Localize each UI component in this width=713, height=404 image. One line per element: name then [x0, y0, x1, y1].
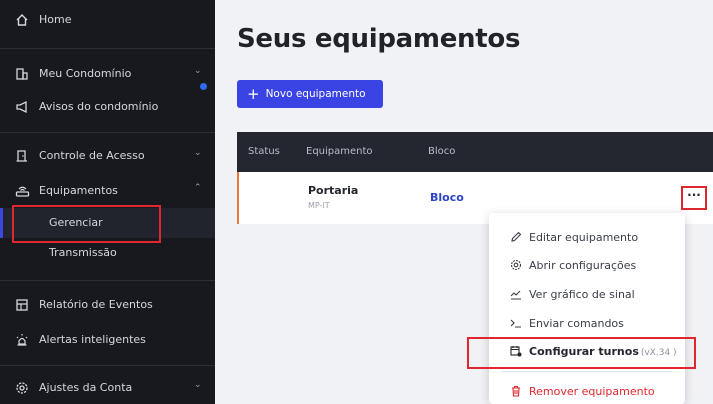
signal-chart-icon — [509, 287, 523, 301]
equipment-name: Portaria — [308, 184, 359, 197]
sidebar-item-controle-acesso[interactable]: Controle de Acesso ⌄ — [0, 143, 215, 169]
sidebar-item-relatorio[interactable]: Relatório de Eventos — [0, 292, 215, 318]
sidebar-item-meu-condominio[interactable]: Meu Condomínio ⌄ — [0, 61, 215, 87]
highlight-box — [467, 337, 696, 369]
chevron-up-icon: ⌃ — [194, 183, 202, 193]
sidebar-item-label: Transmissão — [49, 246, 117, 259]
new-equipment-label: Novo equipamento — [265, 88, 366, 100]
active-indicator — [0, 208, 3, 238]
menu-item-abrir-configuracoes[interactable]: Abrir configurações — [489, 253, 685, 279]
chevron-down-icon: ⌄ — [194, 148, 202, 158]
menu-item-label: Enviar comandos — [529, 317, 624, 330]
menu-item-editar[interactable]: Editar equipamento — [489, 225, 685, 251]
sidebar-item-home[interactable]: Home — [0, 7, 215, 33]
menu-item-ver-grafico[interactable]: Ver gráfico de sinal — [489, 282, 685, 308]
megaphone-icon — [13, 98, 31, 116]
report-icon — [13, 296, 31, 314]
terminal-icon — [509, 316, 523, 330]
menu-item-label: Abrir configurações — [529, 259, 637, 272]
sidebar-item-alertas[interactable]: Alertas inteligentes — [0, 327, 215, 353]
sidebar-divider — [0, 48, 215, 49]
chevron-down-icon: ⌄ — [194, 380, 202, 390]
pencil-icon — [509, 230, 523, 244]
sidebar-item-avisos[interactable]: Avisos do condomínio — [0, 94, 215, 120]
chevron-down-icon: ⌄ — [194, 66, 202, 76]
door-icon — [13, 147, 31, 165]
table-header: Status Equipamento Bloco — [237, 132, 713, 172]
menu-item-enviar-comandos[interactable]: Enviar comandos — [489, 311, 685, 337]
column-status: Status — [248, 146, 280, 157]
plus-icon: + — [247, 84, 260, 103]
menu-divider — [501, 371, 673, 372]
new-equipment-button[interactable]: + Novo equipamento — [237, 80, 383, 108]
column-equipamento: Equipamento — [306, 146, 373, 157]
menu-item-label: Ver gráfico de sinal — [529, 288, 635, 301]
sidebar-divider — [0, 132, 215, 133]
sidebar: Home Meu Condomínio ⌄ Avisos do condomín… — [0, 0, 215, 404]
sidebar-item-label: Alertas inteligentes — [39, 333, 146, 346]
sidebar-item-label: Avisos do condomínio — [39, 100, 159, 113]
sidebar-item-label: Equipamentos — [39, 184, 118, 197]
sidebar-item-label: Controle de Acesso — [39, 149, 145, 162]
trash-icon — [509, 384, 523, 398]
sidebar-divider — [0, 365, 215, 366]
building-icon — [13, 65, 31, 83]
gear-icon — [509, 258, 523, 272]
menu-item-remover[interactable]: Remover equipamento — [489, 379, 685, 404]
notification-dot — [200, 83, 207, 90]
sidebar-item-ajustes[interactable]: Ajustes da Conta ⌄ — [0, 375, 215, 401]
sidebar-item-label: Ajustes da Conta — [39, 381, 133, 394]
router-icon — [13, 182, 31, 200]
gear-icon — [13, 379, 31, 397]
sidebar-item-label: Home — [39, 13, 72, 26]
sidebar-divider — [0, 280, 215, 281]
equipment-bloco-link[interactable]: Bloco — [430, 191, 464, 204]
sidebar-item-label: Relatório de Eventos — [39, 298, 153, 311]
equipment-actions-menu: Editar equipamento Abrir configurações V… — [489, 213, 685, 404]
sidebar-item-equipamentos[interactable]: Equipamentos ⌃ — [0, 178, 215, 204]
column-bloco: Bloco — [428, 146, 456, 157]
highlight-box — [12, 205, 161, 243]
menu-item-label: Remover equipamento — [529, 385, 655, 398]
highlight-box — [681, 186, 707, 210]
menu-item-label: Editar equipamento — [529, 231, 639, 244]
sidebar-item-label: Meu Condomínio — [39, 67, 132, 80]
alert-light-icon — [13, 331, 31, 349]
home-icon — [13, 11, 31, 29]
equipment-model: MP-IT — [308, 201, 330, 210]
page-title: Seus equipamentos — [237, 24, 521, 54]
